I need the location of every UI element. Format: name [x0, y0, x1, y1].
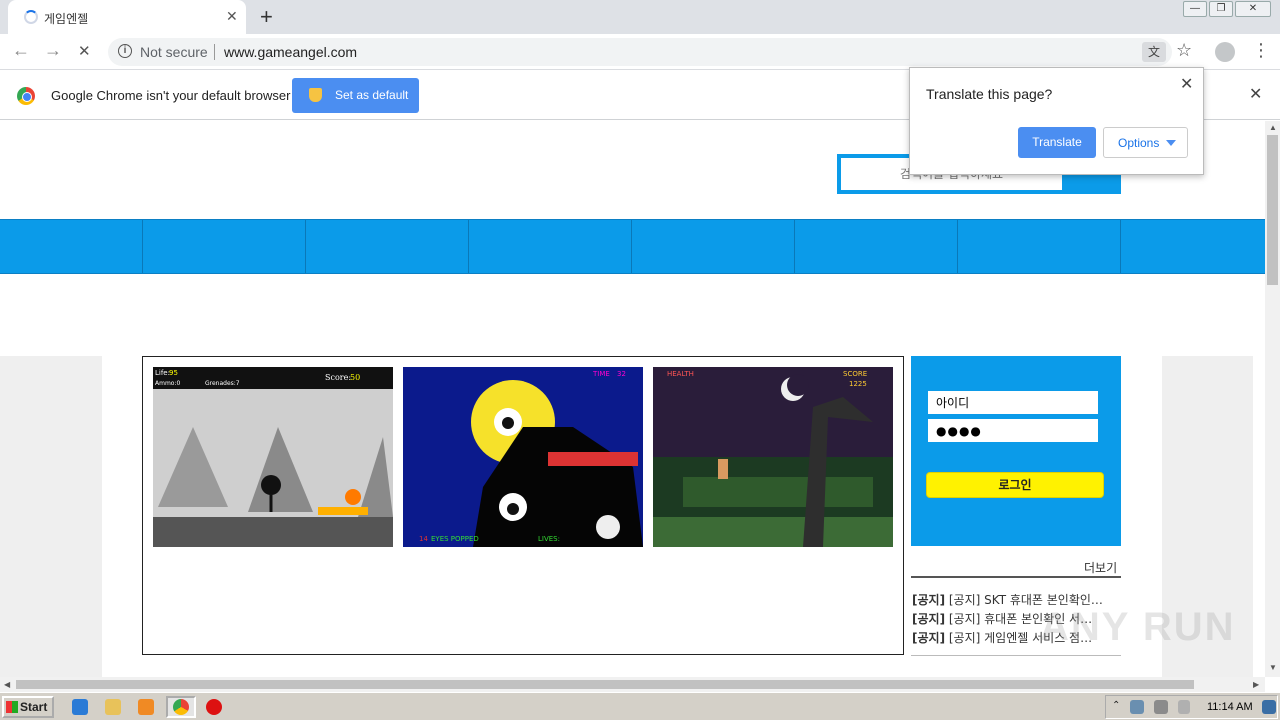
- infobar-message: Google Chrome isn't your default browser: [51, 88, 291, 103]
- hud-text: EYES POPPED: [431, 535, 479, 543]
- site-nav-bar: [0, 219, 1265, 274]
- nav-divider: [468, 220, 469, 273]
- action-center-flag-icon[interactable]: [1178, 700, 1190, 714]
- game-thumbnail-2[interactable]: TIME 32 14 EYES POPPED LIVES:: [403, 367, 643, 547]
- notice-tag: [공지]: [912, 631, 946, 645]
- profile-avatar-icon[interactable]: [1215, 42, 1235, 62]
- network-icon[interactable]: [1130, 700, 1144, 714]
- notice-divider: [911, 576, 1121, 578]
- game-gallery: Life: 95 Ammo:0 Grenades:7 Score: 50 TIM…: [142, 356, 904, 655]
- notice-divider: [911, 655, 1121, 656]
- chrome-logo-icon: [17, 87, 35, 105]
- vertical-scrollbar[interactable]: ▲ ▼: [1265, 121, 1280, 677]
- page-side-gutter: [0, 356, 102, 677]
- chrome-icon: [173, 699, 189, 715]
- tab-strip: 게임엔젤 ✕ + — ❐ ✕: [0, 0, 1280, 34]
- hud-text: HEALTH: [667, 370, 694, 378]
- set-as-default-label: Set as default: [335, 88, 409, 102]
- nav-divider: [142, 220, 143, 273]
- start-button[interactable]: Start: [2, 696, 54, 718]
- tab-close-icon[interactable]: ✕: [226, 8, 238, 25]
- horizontal-scroll-thumb[interactable]: [16, 680, 1194, 689]
- windows-logo-icon: [6, 701, 18, 713]
- web-page: Life: 95 Ammo:0 Grenades:7 Score: 50 TIM…: [0, 121, 1265, 677]
- browser-toolbar: ← → ✕ i Not secure www.gameangel.com 文 ☆…: [0, 34, 1280, 70]
- window-close-button[interactable]: ✕: [1235, 1, 1271, 17]
- scroll-left-arrow-icon[interactable]: ◀: [4, 680, 10, 689]
- internet-explorer-icon[interactable]: [72, 699, 88, 715]
- url-text[interactable]: www.gameangel.com: [224, 44, 357, 60]
- nav-divider: [631, 220, 632, 273]
- translate-options-button[interactable]: Options: [1103, 127, 1188, 158]
- translate-close-icon[interactable]: ✕: [1180, 74, 1193, 94]
- translate-button[interactable]: Translate: [1018, 127, 1096, 158]
- hud-text: 95: [169, 369, 178, 377]
- horizontal-scrollbar[interactable]: ◀ ▶: [0, 677, 1265, 692]
- hud-text: 1225: [849, 380, 867, 388]
- loading-spinner-icon: [24, 10, 38, 24]
- nav-divider: [957, 220, 958, 273]
- show-desktop-icon[interactable]: [1262, 700, 1276, 714]
- nav-divider: [794, 220, 795, 273]
- nav-divider: [305, 220, 306, 273]
- vertical-scroll-thumb[interactable]: [1267, 135, 1278, 285]
- tab-title: 게임엔젤: [44, 12, 89, 26]
- info-icon[interactable]: i: [118, 44, 132, 58]
- hud-text: Grenades:7: [205, 380, 240, 387]
- translate-bubble: Translate this page? ✕ Translate Options: [909, 67, 1204, 175]
- chrome-menu-icon[interactable]: ⋮: [1252, 40, 1270, 61]
- minimize-button[interactable]: —: [1183, 1, 1207, 17]
- login-button[interactable]: 로그인: [926, 472, 1104, 498]
- translate-icon[interactable]: 文: [1142, 42, 1166, 62]
- translate-question: Translate this page?: [926, 86, 1053, 102]
- login-panel: 로그인: [911, 356, 1121, 546]
- user-id-field[interactable]: [928, 391, 1098, 414]
- omnibox-divider: [214, 44, 215, 60]
- stop-loading-button[interactable]: ✕: [78, 42, 91, 60]
- hud-text: Ammo:0: [155, 380, 180, 387]
- options-label: Options: [1118, 136, 1160, 150]
- volume-icon[interactable]: [1154, 700, 1168, 714]
- hud-text: LIVES:: [538, 535, 560, 543]
- restore-button[interactable]: ❐: [1209, 1, 1233, 17]
- nav-divider: [1120, 220, 1121, 273]
- new-tab-button[interactable]: +: [260, 4, 273, 30]
- more-link[interactable]: 더보기: [1084, 559, 1117, 576]
- password-field[interactable]: [928, 419, 1098, 442]
- infobar-close-icon[interactable]: ✕: [1249, 84, 1262, 104]
- media-player-icon[interactable]: [138, 699, 154, 715]
- uac-shield-icon: [309, 88, 322, 102]
- scroll-up-arrow-icon[interactable]: ▲: [1269, 123, 1277, 132]
- scroll-down-arrow-icon[interactable]: ▼: [1269, 663, 1277, 672]
- notice-tag: [공지]: [912, 593, 946, 607]
- bookmark-star-icon[interactable]: ☆: [1176, 40, 1192, 61]
- stop-icon[interactable]: [206, 699, 222, 715]
- game-thumbnail-1[interactable]: Life: 95 Ammo:0 Grenades:7 Score: 50: [153, 367, 393, 547]
- chevron-down-icon: [1166, 140, 1176, 146]
- hud-text: SCORE: [843, 370, 867, 378]
- folder-icon[interactable]: [105, 699, 121, 715]
- taskbar-clock[interactable]: 11:14 AM: [1207, 701, 1253, 713]
- back-button[interactable]: ←: [12, 40, 30, 61]
- security-status[interactable]: Not secure: [140, 44, 208, 60]
- tray-expand-icon[interactable]: ⌃: [1112, 700, 1122, 712]
- anyrun-watermark: ANY RUN: [1040, 605, 1236, 649]
- set-as-default-button[interactable]: Set as default: [292, 78, 419, 113]
- hud-text: 14: [419, 535, 428, 543]
- address-bar[interactable]: i Not secure www.gameangel.com 文: [108, 38, 1172, 66]
- hud-text: Life:: [155, 369, 170, 377]
- game-thumbnail-3[interactable]: HEALTH SCORE 1225: [653, 367, 893, 547]
- start-label: Start: [20, 700, 48, 714]
- forward-button[interactable]: →: [44, 40, 62, 61]
- hud-text: TIME: [592, 370, 610, 378]
- hud-text: 50: [350, 373, 360, 382]
- windows-taskbar: Start ⌃ 11:14 AM: [0, 692, 1280, 720]
- notice-tag: [공지]: [912, 612, 946, 626]
- scroll-right-arrow-icon[interactable]: ▶: [1253, 680, 1259, 689]
- hud-text: 32: [617, 370, 626, 378]
- hud-text: Score:: [325, 373, 351, 382]
- browser-tab[interactable]: 게임엔젤 ✕: [8, 0, 246, 34]
